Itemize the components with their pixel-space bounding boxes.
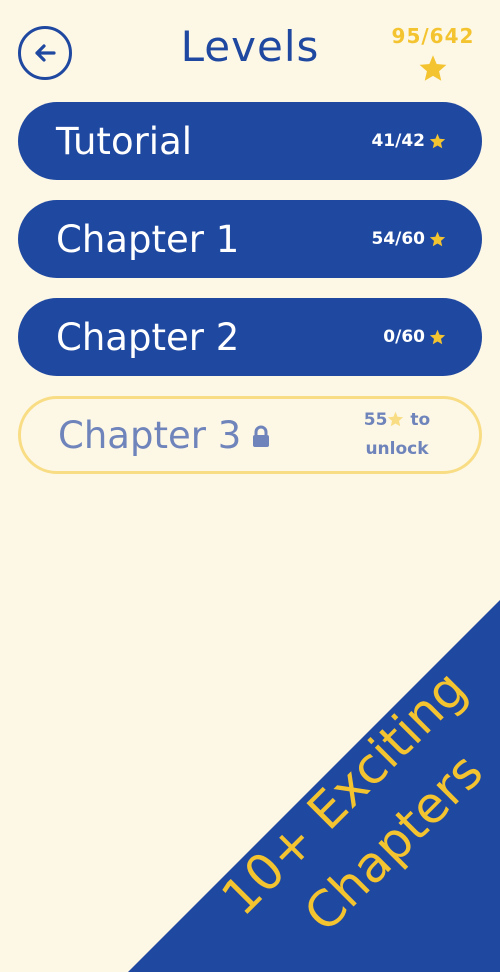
promo-banner-background (128, 600, 500, 972)
unlock-word: unlock (365, 439, 429, 459)
total-stars: 95/642 (388, 24, 478, 82)
chapter-name: Chapter 3 (58, 414, 271, 457)
unlock-requirement-line1: 55 to (357, 406, 437, 435)
star-icon (429, 329, 446, 345)
promo-line-1: 10+ Exciting (210, 659, 477, 926)
chapter-row-1[interactable]: Chapter 1 54/60 (18, 200, 482, 278)
star-icon (419, 55, 447, 81)
chapter-progress: 54/60 (371, 229, 446, 249)
unlock-requirement: 55 to unlock (357, 406, 437, 464)
chapter-row-3-locked[interactable]: Chapter 3 55 to unlock (18, 396, 482, 474)
star-icon (429, 133, 446, 149)
chapter-row-tutorial[interactable]: Tutorial 41/42 (18, 102, 482, 180)
star-icon (388, 411, 404, 427)
chapter-name: Tutorial (56, 119, 193, 163)
total-stars-count: 95/642 (391, 24, 475, 48)
chapter-progress-value: 54/60 (371, 229, 425, 249)
chapter-name-text: Chapter 3 (58, 413, 242, 457)
unlock-cost: 55 (363, 410, 388, 430)
lock-icon (253, 425, 270, 447)
chapter-name: Chapter 2 (56, 315, 240, 359)
chapter-row-2[interactable]: Chapter 2 0/60 (18, 298, 482, 376)
unlock-suffix: to (410, 410, 431, 430)
chapter-progress: 41/42 (371, 131, 446, 151)
star-icon (429, 231, 446, 247)
chapter-progress-value: 41/42 (371, 131, 425, 151)
chapter-progress: 0/60 (383, 327, 446, 347)
promo-line-2: Chapters (293, 742, 494, 943)
chapter-name: Chapter 1 (56, 217, 240, 261)
chapter-progress-value: 0/60 (383, 327, 425, 347)
